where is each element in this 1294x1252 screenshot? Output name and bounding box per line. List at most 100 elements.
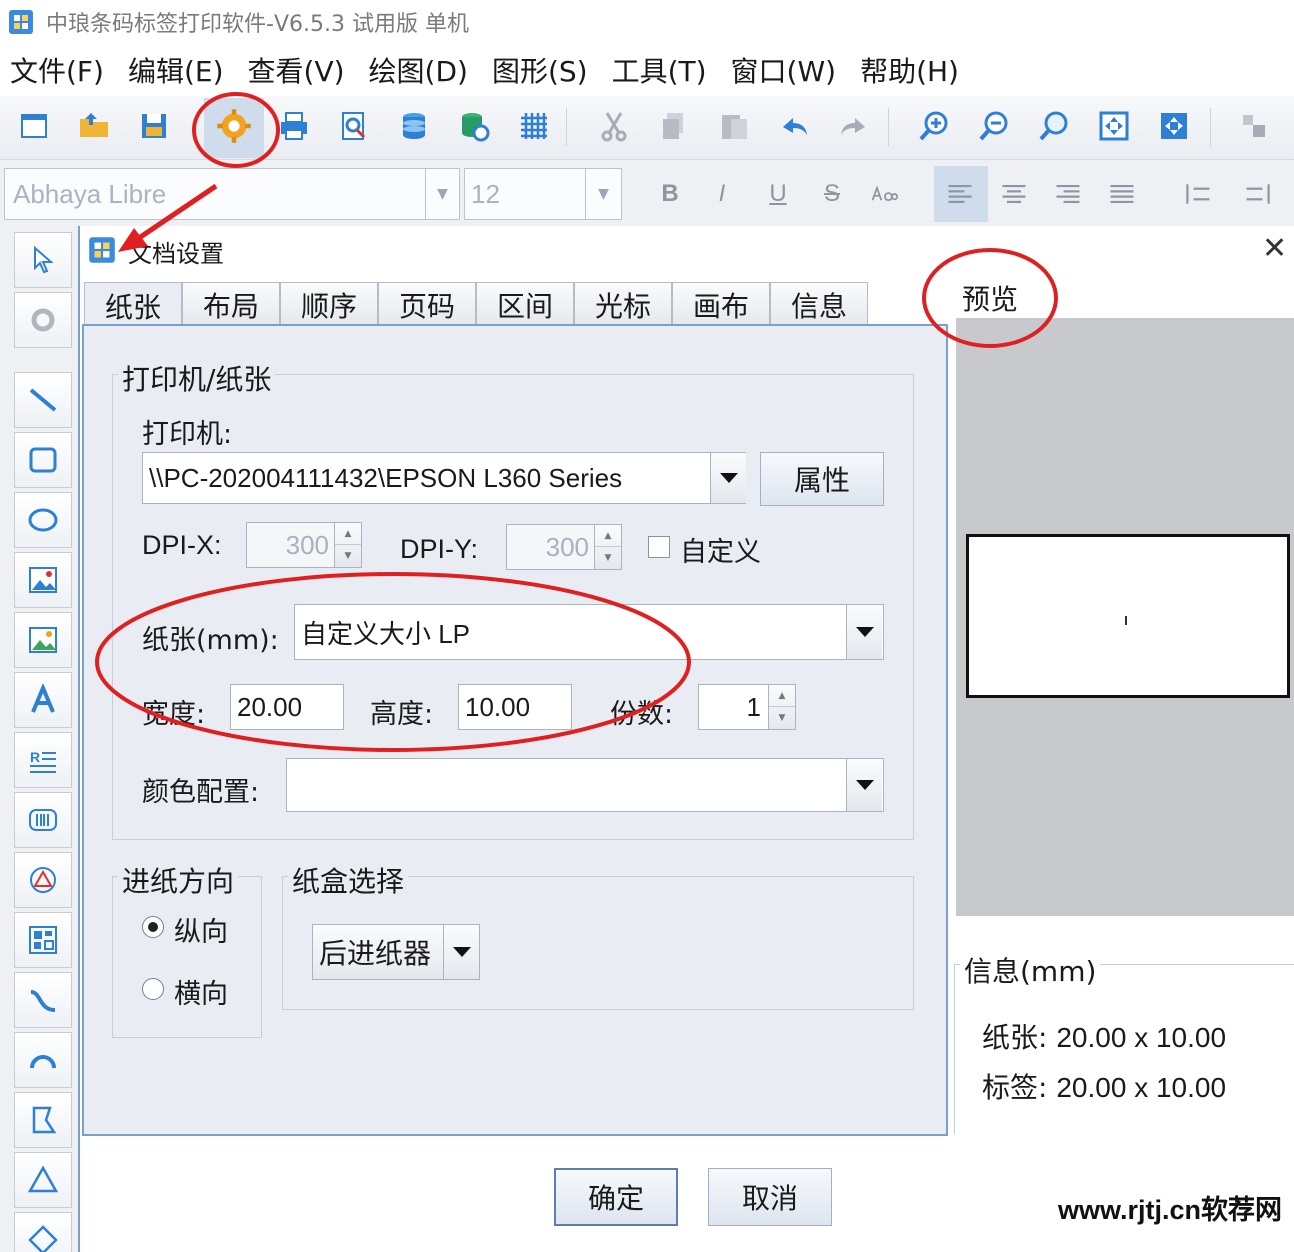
settings-tabs: 纸张 布局 顺序 页码 区间 光标 画布 信息	[84, 282, 868, 328]
curve-tool-icon[interactable]	[14, 972, 72, 1028]
printer-select[interactable]: \\PC-202004111432\EPSON L360 Series	[142, 452, 746, 504]
cut-icon[interactable]	[594, 106, 634, 146]
copies-value: 1	[746, 691, 761, 722]
chevron-down-icon[interactable]	[846, 759, 882, 811]
tab-order[interactable]: 顺序	[280, 282, 378, 326]
rich-text-tool-icon[interactable]: R	[14, 732, 72, 788]
redo-icon[interactable]	[834, 106, 874, 146]
select-pointer-icon[interactable]	[14, 232, 72, 288]
strikethrough-button[interactable]: S	[812, 174, 852, 214]
print-preview-icon[interactable]	[334, 106, 374, 146]
copy-icon[interactable]	[654, 106, 694, 146]
font-size-select[interactable]: 12 ▼	[464, 168, 622, 220]
portrait-radio[interactable]	[142, 916, 164, 938]
tab-cursor[interactable]: 光标	[574, 282, 672, 326]
menu-tools[interactable]: 工具(T)	[612, 50, 707, 90]
tab-paper[interactable]: 纸张	[84, 282, 182, 328]
tab-info[interactable]: 信息	[770, 282, 868, 326]
database-settings-icon[interactable]	[454, 106, 494, 146]
print-icon[interactable]	[274, 106, 314, 146]
indent-decrease-icon[interactable]	[1178, 174, 1218, 214]
underline-button[interactable]: U	[758, 174, 798, 214]
close-icon[interactable]: ✕	[1262, 232, 1287, 266]
copies-stepper[interactable]: ▲ ▼	[768, 684, 796, 730]
dialog-title: 文档设置	[128, 240, 224, 268]
font-size-value: 12	[471, 179, 500, 209]
chevron-down-icon[interactable]	[710, 453, 746, 503]
align-center-icon[interactable]	[994, 174, 1034, 214]
align-left-icon[interactable]	[940, 174, 980, 214]
color-config-select[interactable]	[286, 758, 884, 812]
tab-canvas[interactable]: 画布	[672, 282, 770, 326]
polygon-tool-icon[interactable]	[14, 1092, 72, 1148]
rectangle-tool-icon[interactable]	[14, 432, 72, 488]
tab-range[interactable]: 区间	[476, 282, 574, 326]
menu-view[interactable]: 查看(V)	[248, 50, 345, 90]
rotate-icon[interactable]	[14, 292, 72, 348]
align-right-icon[interactable]	[1048, 174, 1088, 214]
diamond-tool-icon[interactable]	[14, 1212, 72, 1252]
grid-icon[interactable]	[514, 106, 554, 146]
chevron-down-icon[interactable]: ▼	[585, 169, 621, 219]
line-tool-icon[interactable]	[14, 372, 72, 428]
text-tool-icon[interactable]	[14, 672, 72, 728]
ok-button[interactable]: 确定	[554, 1168, 678, 1226]
picture-tool-icon[interactable]	[14, 612, 72, 668]
open-folder-icon[interactable]	[74, 106, 114, 146]
menu-window[interactable]: 窗口(W)	[731, 50, 837, 90]
barcode-tool-icon[interactable]	[14, 792, 72, 848]
fit-width-icon[interactable]	[1154, 106, 1194, 146]
dialog-logo-icon	[89, 237, 115, 263]
dpi-y-stepper[interactable]: ▲ ▼	[594, 524, 622, 570]
ellipse-tool-icon[interactable]	[14, 492, 72, 548]
printer-paper-group-label: 打印机/纸张	[118, 358, 276, 398]
document-settings-button[interactable]	[214, 106, 254, 146]
save-icon[interactable]	[134, 106, 174, 146]
align-justify-icon[interactable]	[1102, 174, 1142, 214]
menu-shape[interactable]: 图形(S)	[492, 50, 588, 90]
italic-button[interactable]: I	[702, 174, 742, 214]
dpi-x-label: DPI-X:	[142, 530, 222, 560]
bold-button[interactable]: B	[650, 174, 690, 214]
menu-file[interactable]: 文件(F)	[10, 50, 104, 90]
undo-icon[interactable]	[774, 106, 814, 146]
database-icon[interactable]	[394, 106, 434, 146]
properties-button[interactable]: 属性	[760, 452, 884, 506]
tab-page-number[interactable]: 页码	[378, 282, 476, 326]
site-watermark: www.rjtj.cn软荐网	[1058, 1195, 1283, 1225]
menu-edit[interactable]: 编辑(E)	[128, 50, 224, 90]
feed-direction-group	[112, 876, 262, 1038]
qrcode-tool-icon[interactable]	[14, 912, 72, 968]
custom-dpi-checkbox[interactable]	[648, 536, 670, 558]
height-input[interactable]: 10.00	[458, 684, 572, 730]
chevron-down-icon[interactable]: ▼	[425, 169, 459, 219]
indent-increase-icon[interactable]	[1238, 174, 1278, 214]
tab-layout[interactable]: 布局	[182, 282, 280, 326]
dpi-x-stepper[interactable]: ▲ ▼	[334, 522, 362, 568]
menu-draw[interactable]: 绘图(D)	[369, 50, 468, 90]
dpi-x-input[interactable]: 300	[246, 522, 336, 568]
shape-tool-icon[interactable]	[14, 852, 72, 908]
paper-size-select[interactable]: 自定义大小 LP	[294, 604, 884, 660]
zoom-actual-icon[interactable]	[1034, 106, 1074, 146]
fit-page-icon[interactable]	[1094, 106, 1134, 146]
triangle-tool-icon[interactable]	[14, 1152, 72, 1208]
text-effect-icon[interactable]	[864, 174, 904, 214]
info-paper-row: 纸张: 20.00 x 10.00	[982, 1016, 1226, 1056]
image-tool-icon[interactable]	[14, 552, 72, 608]
chevron-down-icon[interactable]	[443, 925, 479, 979]
arc-tool-icon[interactable]	[14, 1032, 72, 1088]
copies-input[interactable]: 1	[698, 684, 770, 730]
width-input[interactable]: 20.00	[230, 684, 344, 730]
new-document-icon[interactable]	[14, 106, 54, 146]
menu-help[interactable]: 帮助(H)	[860, 50, 959, 90]
dpi-y-input[interactable]: 300	[506, 524, 596, 570]
font-family-select[interactable]: Abhaya Libre ▼	[4, 168, 460, 220]
resize-icon[interactable]	[1234, 106, 1274, 146]
paste-icon[interactable]	[714, 106, 754, 146]
zoom-out-icon[interactable]	[974, 106, 1014, 146]
landscape-radio[interactable]	[142, 978, 164, 1000]
cancel-button[interactable]: 取消	[708, 1168, 832, 1226]
chevron-down-icon[interactable]	[846, 605, 882, 659]
zoom-in-icon[interactable]	[914, 106, 954, 146]
